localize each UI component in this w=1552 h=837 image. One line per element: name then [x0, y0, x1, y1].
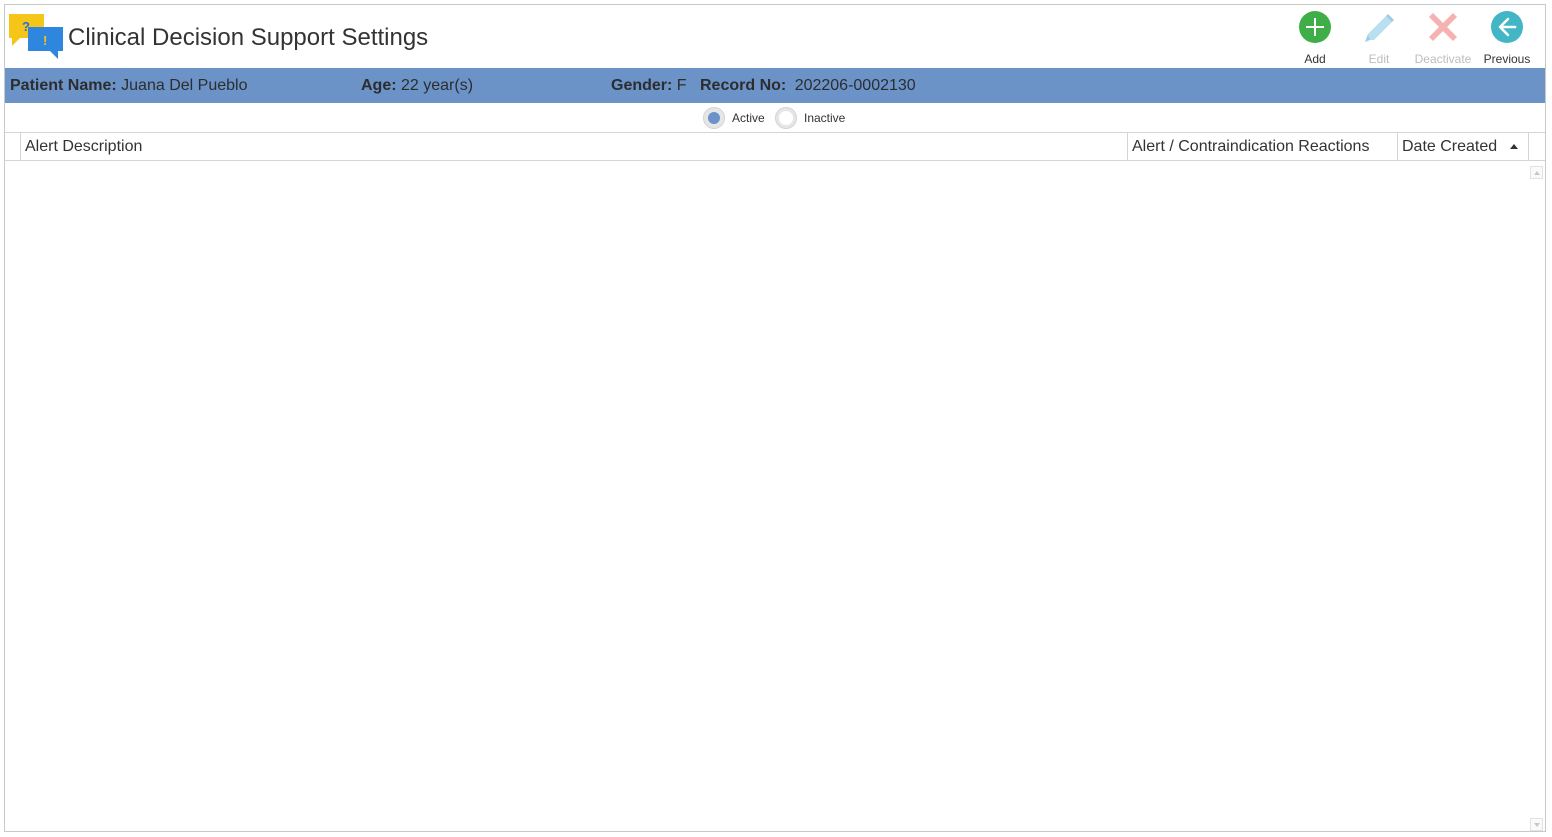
page-title: Clinical Decision Support Settings [68, 24, 429, 51]
patient-name-label: Patient Name: [10, 77, 117, 94]
column-label: Alert Description [25, 138, 143, 155]
patient-gender: Gender: F [611, 77, 687, 95]
toolbar: Add Edit Deactivate Previous [1283, 8, 1539, 66]
edit-button[interactable]: Edit [1347, 8, 1411, 66]
patient-name: Patient Name: Juana Del Pueblo [10, 77, 247, 95]
column-label: Date Created [1402, 138, 1498, 155]
plus-circle-icon [1299, 11, 1331, 43]
patient-gender-value: F [676, 77, 687, 94]
deactivate-label: Deactivate [1414, 52, 1472, 66]
header: ? ! Clinical Decision Support Settings A… [5, 5, 1545, 68]
patient-gender-label: Gender: [611, 77, 673, 94]
patient-record: Record No: 202206-0002130 [700, 77, 916, 95]
pencil-icon [1365, 14, 1394, 42]
scroll-up-button[interactable] [1530, 166, 1543, 179]
deactivate-button[interactable]: Deactivate [1411, 8, 1475, 66]
x-icon [1429, 13, 1457, 41]
add-label: Add [1304, 52, 1326, 66]
main-window: ? ! Clinical Decision Support Settings A… [4, 4, 1546, 832]
arrow-left-circle-icon [1491, 11, 1523, 43]
chat-bubbles-question-exclamation-icon: ? ! [8, 11, 64, 63]
column-header-filler [1528, 133, 1545, 160]
patient-age-value: 22 year(s) [401, 77, 474, 94]
scroll-down-button[interactable] [1530, 818, 1543, 831]
svg-text:!: ! [43, 33, 47, 48]
previous-button[interactable]: Previous [1475, 8, 1539, 66]
previous-label: Previous [1483, 52, 1531, 66]
radio-selected-icon [703, 107, 725, 129]
grid-header: Alert Description Alert / Contraindicati… [5, 133, 1545, 161]
patient-name-value: Juana Del Pueblo [121, 77, 248, 94]
column-label: Alert / Contraindication Reactions [1132, 138, 1370, 155]
active-radio[interactable]: Active [703, 107, 765, 129]
patient-info-bar: Patient Name: Juana Del Pueblo Age: 22 y… [5, 68, 1545, 103]
inactive-radio[interactable]: Inactive [775, 107, 845, 129]
column-header-date-created[interactable]: Date Created [1397, 133, 1528, 160]
patient-record-label: Record No: [700, 77, 787, 94]
radio-unselected-icon [775, 107, 797, 129]
edit-label: Edit [1368, 52, 1390, 66]
active-label: Active [732, 111, 765, 125]
add-button[interactable]: Add [1283, 8, 1347, 66]
alerts-grid: Alert Description Alert / Contraindicati… [5, 132, 1545, 831]
patient-age: Age: 22 year(s) [361, 77, 473, 95]
sort-ascending-icon [1510, 144, 1518, 149]
patient-age-label: Age: [361, 77, 397, 94]
column-header-reactions[interactable]: Alert / Contraindication Reactions [1127, 133, 1397, 160]
patient-record-value: 202206-0002130 [794, 77, 916, 94]
column-header-alert-description[interactable]: Alert Description [20, 133, 1127, 160]
inactive-label: Inactive [804, 111, 846, 125]
status-filter: Active Inactive [5, 103, 1545, 133]
